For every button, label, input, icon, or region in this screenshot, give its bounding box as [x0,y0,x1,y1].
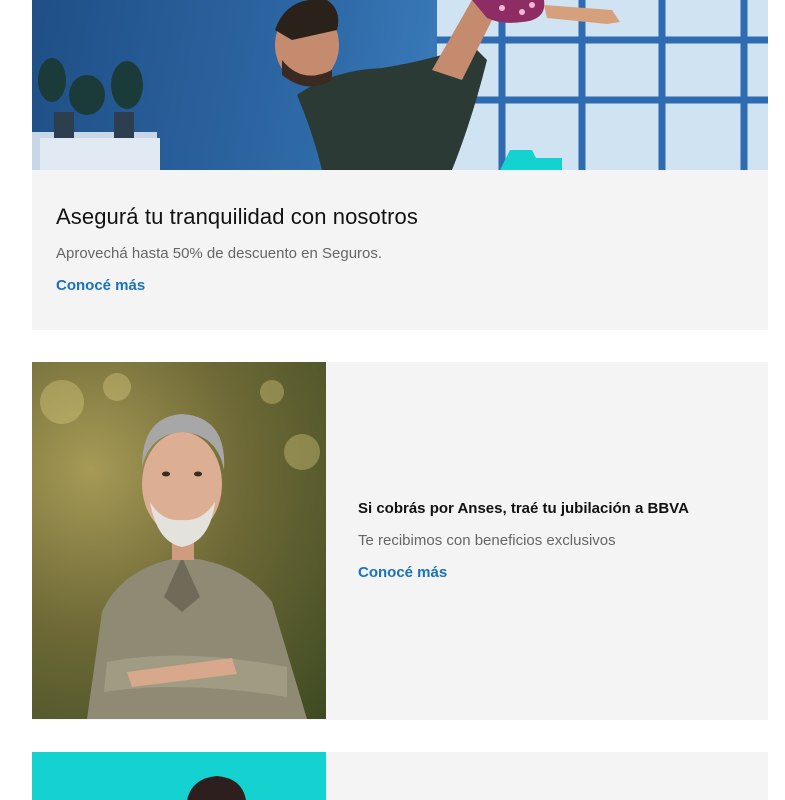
card-title: Si cobrás por Anses, traé tu jubilación … [358,500,689,517]
woman-photo [32,752,326,800]
senior-man-photo [32,362,326,719]
promo-card-insurance: Asegurá tu tranquilidad con nosotros Apr… [32,0,768,330]
card-title: Asegurá tu tranquilidad con nosotros [56,204,418,229]
promo-card-retirement: Si cobrás por Anses, traé tu jubilación … [32,362,768,720]
card-description: Te recibimos con beneficios exclusivos [358,532,616,549]
card-text: Si cobrás por Anses, traé tu jubilación … [358,362,758,720]
promo-card-partial [32,752,768,800]
learn-more-link[interactable]: Conocé más [358,564,447,581]
card-description: Aprovechá hasta 50% de descuento en Segu… [56,245,383,262]
father-daughter-photo [32,0,768,170]
learn-more-link[interactable]: Conocé más [56,277,145,294]
